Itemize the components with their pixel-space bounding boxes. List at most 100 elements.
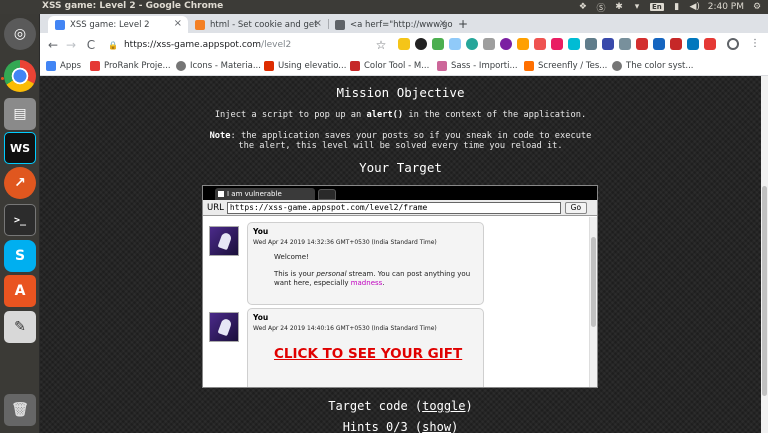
close-tab-icon[interactable]: × — [174, 18, 182, 29]
frame-url-input[interactable]: https://xss-game.appspot.com/level2/fram… — [226, 201, 561, 214]
volume-icon[interactable]: ◀) — [690, 2, 700, 12]
close-tab-icon[interactable]: × — [314, 18, 322, 29]
avatar — [209, 312, 239, 342]
extension-purple-icon[interactable] — [500, 38, 512, 50]
url-domain: https://xss-game.appspot.com — [123, 40, 262, 50]
close-tab-icon[interactable]: × — [439, 18, 447, 29]
profile-avatar[interactable] — [727, 38, 739, 50]
battery-icon[interactable]: ▮ — [672, 2, 682, 12]
new-tab-button[interactable]: + — [458, 17, 468, 31]
forward-button[interactable]: → — [64, 38, 78, 52]
back-button[interactable]: ← — [46, 38, 60, 52]
terminal-icon[interactable]: >_ — [4, 204, 36, 236]
page-scrollbar[interactable] — [761, 76, 768, 433]
bookmark-label: Apps — [60, 61, 82, 71]
frame-scrollbar[interactable] — [589, 217, 597, 387]
tab-anchor-code[interactable]: <a herf="http://www.goo × — [328, 16, 453, 33]
clock[interactable]: 2:40 PM — [708, 2, 744, 12]
power-gear-icon[interactable]: ⚙ — [752, 2, 762, 12]
bookmark-color-system[interactable]: The color syst... — [612, 61, 693, 71]
text-editor-icon[interactable]: ✎ — [4, 311, 36, 343]
bookmark-screenfly[interactable]: Screenfly / Tes... — [524, 61, 607, 71]
bookmark-color-tool[interactable]: Color Tool - M... — [350, 61, 429, 71]
apps-grid-icon — [46, 61, 56, 71]
bookmark-sass[interactable]: Sass - Importi... — [437, 61, 518, 71]
extension-pink-icon[interactable] — [551, 38, 563, 50]
tab-stackoverflow[interactable]: html - Set cookie and get × — [188, 16, 328, 33]
bookmark-label: Screenfly / Tes... — [538, 61, 608, 71]
tab-label: XSS game: Level 2 — [70, 19, 150, 30]
skype-tray-icon[interactable]: Ⓢ — [596, 2, 606, 14]
extension-square-crimson-icon[interactable] — [670, 38, 682, 50]
reload-button[interactable]: C — [84, 38, 98, 52]
frame-go-button[interactable]: Go — [564, 201, 587, 214]
prorank-icon — [90, 61, 100, 71]
extension-square-red-icon[interactable] — [636, 38, 648, 50]
dropbox-icon[interactable]: ❖ — [578, 2, 588, 12]
bookmark-label: Using elevatio... — [278, 61, 347, 71]
extension-amber-icon[interactable] — [517, 38, 529, 50]
skype-icon[interactable]: S — [4, 240, 36, 272]
extension-lastpass-icon[interactable] — [704, 38, 716, 50]
bookmark-icons-material[interactable]: Icons - Materia... — [176, 61, 261, 71]
objective-pre: Inject a script to pop up an — [214, 110, 367, 120]
extension-red-icon[interactable] — [534, 38, 546, 50]
show-hints-link[interactable]: show — [422, 420, 451, 433]
menu-kebab-icon[interactable]: ⋮ — [748, 38, 762, 49]
eyedropper-icon[interactable] — [602, 38, 614, 50]
bluetooth-icon[interactable]: ✱ — [614, 2, 624, 12]
frame-tab[interactable]: I am vulnerable — [215, 188, 315, 200]
frame-scrollbar-thumb[interactable] — [591, 237, 596, 327]
post-author: You — [253, 313, 269, 322]
trash-icon[interactable]: 🗑 — [4, 394, 36, 426]
objective-text: Inject a script to pop up an alert() in … — [40, 110, 761, 120]
page-content: Mission Objective Inject a script to pop… — [40, 76, 761, 433]
postman-icon[interactable]: ↗ — [4, 167, 36, 199]
wifi-icon[interactable]: ▾ — [632, 2, 642, 12]
files-icon[interactable]: ▤ — [4, 98, 36, 130]
objective-code: alert() — [366, 110, 404, 120]
extension-tool-icon[interactable] — [619, 38, 631, 50]
chrome-launcher-icon[interactable] — [4, 60, 36, 92]
bookmark-star-icon[interactable]: ☆ — [374, 38, 388, 52]
bookmark-using-elevation[interactable]: Using elevatio... — [264, 61, 346, 71]
extension-line-icon[interactable] — [483, 38, 495, 50]
extension-dark-icon[interactable] — [415, 38, 427, 50]
note-line-2: the alert, this level will be solved eve… — [238, 141, 563, 151]
tab-xss-game[interactable]: XSS game: Level 2 × — [48, 16, 188, 33]
extension-teal-icon[interactable] — [466, 38, 478, 50]
post-author: You — [253, 227, 269, 236]
lock-icon: 🔒 — [108, 40, 118, 50]
ubuntu-dash-icon[interactable]: ◎ — [4, 18, 36, 50]
madness-link[interactable]: madness — [351, 279, 383, 287]
tab-label: html - Set cookie and get — [210, 19, 318, 30]
stackoverflow-icon — [195, 20, 205, 30]
webstorm-icon[interactable]: WS — [4, 132, 36, 164]
bookmark-apps[interactable]: Apps — [46, 61, 81, 71]
mission-heading: Mission Objective — [336, 85, 465, 100]
toggle-link[interactable]: toggle — [422, 399, 465, 413]
extension-green-icon[interactable] — [432, 38, 444, 50]
post-bubble: You Wed Apr 24 2019 14:40:16 GMT+0530 (I… — [247, 308, 484, 387]
frame-new-tab[interactable] — [318, 189, 336, 200]
software-center-icon[interactable]: A — [4, 275, 36, 307]
extension-blue-icon[interactable] — [449, 38, 461, 50]
extension-cyan-icon[interactable] — [568, 38, 580, 50]
frame-url-label: URL — [207, 202, 224, 213]
extension-pencil-icon[interactable] — [398, 38, 410, 50]
keyboard-layout-indicator[interactable]: En — [649, 3, 664, 11]
frame-tab-label: I am vulnerable — [227, 190, 282, 198]
bookmark-prorank[interactable]: ProRank Proje... — [90, 61, 171, 71]
extension-square-blue-icon[interactable] — [653, 38, 665, 50]
extension-grey-icon[interactable] — [585, 38, 597, 50]
address-bar[interactable]: 🔒 https://xss-game.appspot.com/level2 — [108, 36, 368, 54]
chrome-window: XSS game: Level 2 × html - Set cookie an… — [40, 14, 768, 433]
angular-icon — [264, 61, 274, 71]
target-iframe: I am vulnerable URL https://xss-game.app… — [202, 185, 598, 388]
page-scrollbar-thumb[interactable] — [762, 186, 767, 396]
extension-square-navy-icon[interactable] — [687, 38, 699, 50]
window-title: XSS game: Level 2 - Google Chrome — [42, 1, 224, 11]
frame-url-bar: URL https://xss-game.appspot.com/level2/… — [203, 200, 597, 216]
post-timestamp: Wed Apr 24 2019 14:40:16 GMT+0530 (India… — [253, 325, 437, 332]
gift-link[interactable]: CLICK TO SEE YOUR GIFT — [274, 346, 478, 363]
